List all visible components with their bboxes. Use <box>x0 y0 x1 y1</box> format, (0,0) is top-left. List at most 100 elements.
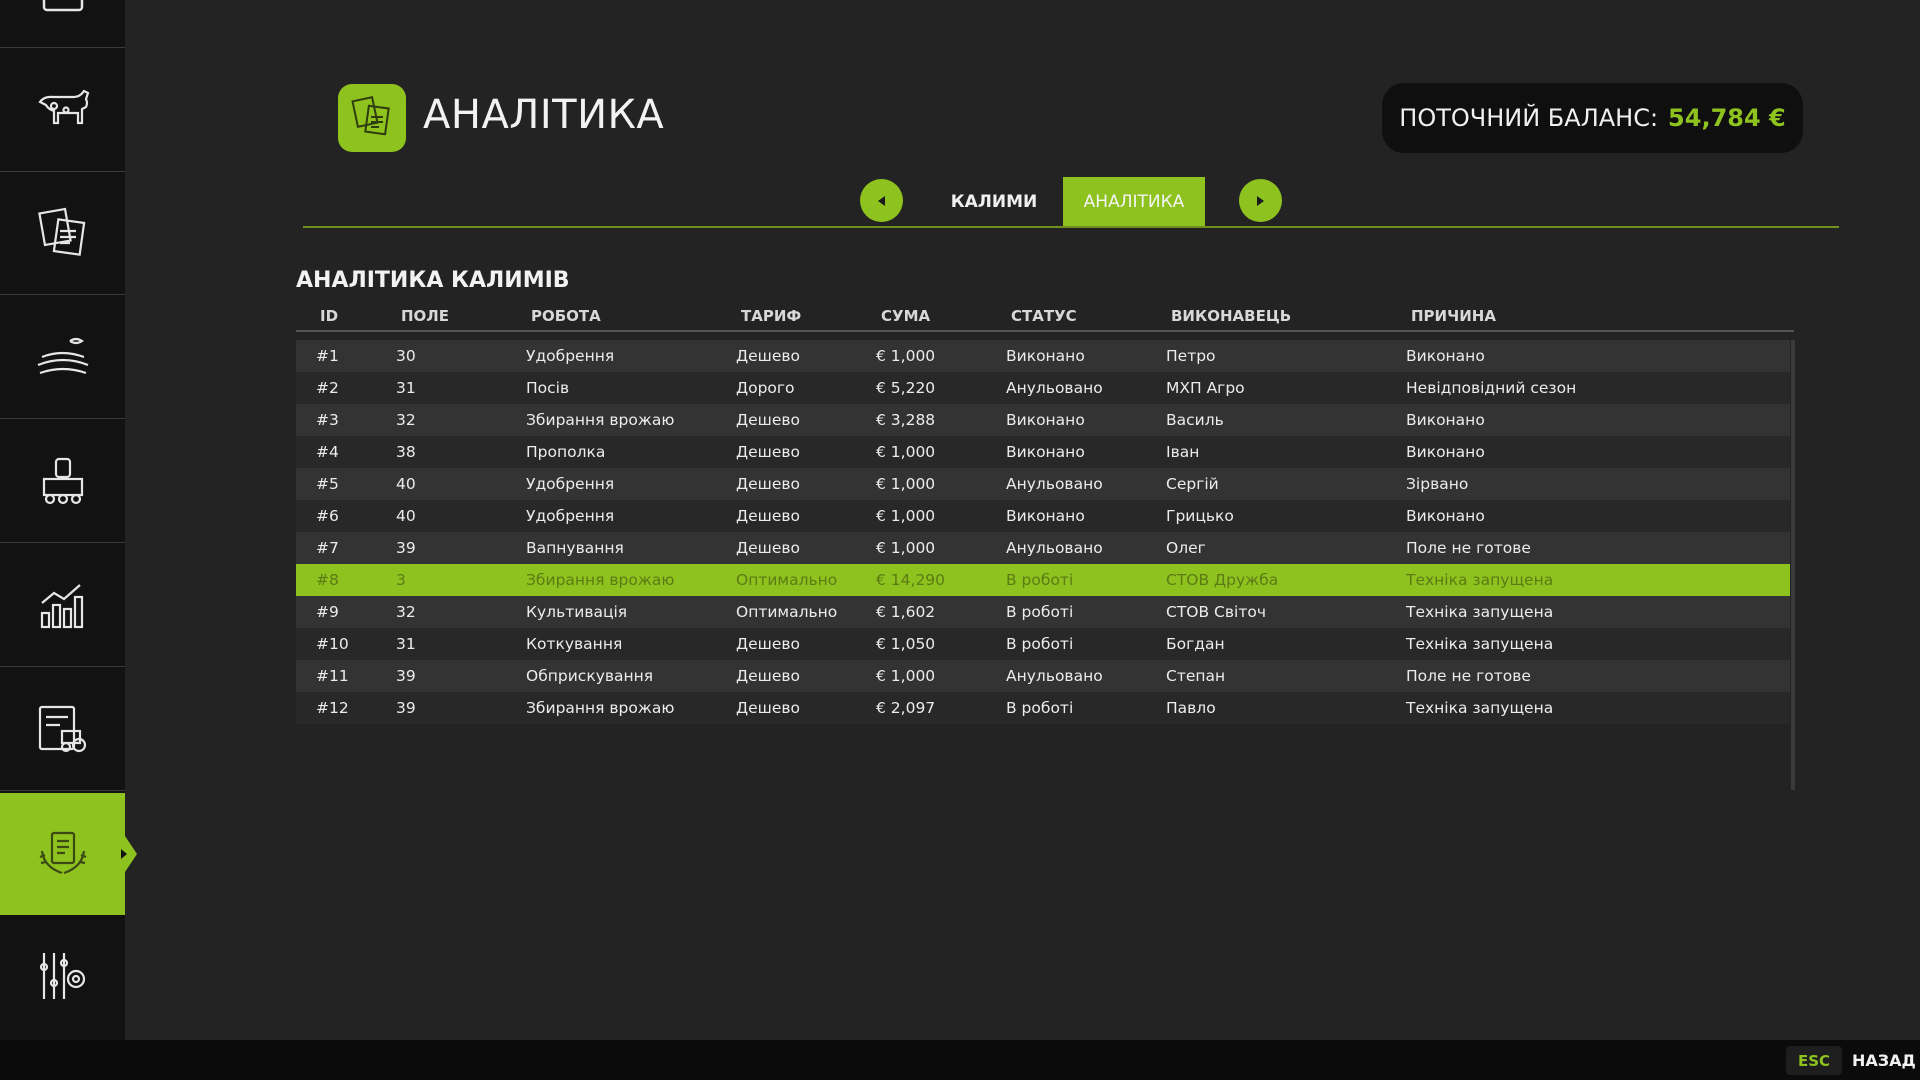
cell-tariff: Дешево <box>736 539 800 557</box>
cell-status: Анульовано <box>1006 379 1103 397</box>
cell-reason: Техніка запущена <box>1406 699 1554 717</box>
sidebar-item-analytics[interactable] <box>0 793 137 915</box>
column-header-tariff: ТАРИФ <box>741 307 802 325</box>
sidebar-item-fields[interactable] <box>0 297 125 419</box>
cell-field: 32 <box>396 603 416 621</box>
cell-field: 38 <box>396 443 416 461</box>
cell-sum: € 5,220 <box>876 379 936 397</box>
cell-status: Виконано <box>1006 411 1085 429</box>
table-row[interactable]: #9 32 Культивація Оптимально € 1,602 В роботі… <box>296 596 1790 628</box>
tab-analytics[interactable]: АНАЛІТИКА <box>1063 177 1205 226</box>
cow-icon <box>32 78 94 144</box>
cell-id: #3 <box>316 411 339 429</box>
cell-sum: € 1,000 <box>876 507 936 525</box>
sidebar <box>0 0 137 1040</box>
cell-reason: Виконано <box>1406 507 1485 525</box>
cell-sum: € 1,000 <box>876 539 936 557</box>
settings-icon <box>32 945 94 1011</box>
column-header-sum: СУМА <box>881 307 931 325</box>
cell-reason: Зірвано <box>1406 475 1469 493</box>
tab-contracts[interactable]: КАЛИМИ <box>940 177 1048 226</box>
production-icon <box>32 449 94 515</box>
cell-reason: Техніка запущена <box>1406 571 1554 589</box>
cell-work: Удобрення <box>526 475 615 493</box>
table-row[interactable]: #8 3 Збирання врожаю Оптимально € 14,290 В ро… <box>296 564 1790 596</box>
table-row[interactable]: #3 32 Збирання врожаю Дешево € 3,288 Виконано… <box>296 404 1790 436</box>
table-row[interactable]: #7 39 Вапнування Дешево € 1,000 Анульовано Оле… <box>296 532 1790 564</box>
esc-key-hint[interactable]: ESC <box>1786 1046 1842 1075</box>
sidebar-item-statistics[interactable] <box>0 545 125 667</box>
cell-tariff: Дорого <box>736 379 795 397</box>
cell-executor: Олег <box>1166 539 1206 557</box>
analytics-icon <box>32 821 94 887</box>
cell-field: 40 <box>396 475 416 493</box>
active-indicator-dot <box>121 849 127 859</box>
cell-reason: Техніка запущена <box>1406 603 1554 621</box>
cell-reason: Виконано <box>1406 347 1485 365</box>
cell-id: #9 <box>316 603 339 621</box>
cell-field: 39 <box>396 667 416 685</box>
cell-tariff: Дешево <box>736 443 800 461</box>
table-row[interactable]: #12 39 Збирання врожаю Дешево € 2,097 В робот… <box>296 692 1790 724</box>
cell-sum: € 14,290 <box>876 571 946 589</box>
cell-executor: Павло <box>1166 699 1216 717</box>
statistics-icon <box>32 573 94 639</box>
table-scrollbar[interactable] <box>1791 340 1795 790</box>
sidebar-item-contracts[interactable] <box>0 173 125 295</box>
cell-tariff: Дешево <box>736 411 800 429</box>
cell-sum: € 1,050 <box>876 635 936 653</box>
cell-status: Виконано <box>1006 347 1085 365</box>
sidebar-item-settings[interactable] <box>0 917 125 1039</box>
sidebar-item-production[interactable] <box>0 421 125 543</box>
page-title: АНАЛІТИКА <box>423 92 665 138</box>
cell-executor: Степан <box>1166 667 1226 685</box>
cell-executor: Василь <box>1166 411 1224 429</box>
table-row[interactable]: #4 38 Прополка Дешево € 1,000 Виконано Іван Вик… <box>296 436 1790 468</box>
map-icon <box>32 0 94 20</box>
sidebar-item-animals[interactable] <box>0 50 125 172</box>
table-row[interactable]: #5 40 Удобрення Дешево € 1,000 Анульовано Серг… <box>296 468 1790 500</box>
tab-prev-button[interactable] <box>860 179 903 222</box>
cell-field: 30 <box>396 347 416 365</box>
table-row[interactable]: #1 30 Удобрення Дешево € 1,000 Виконано Петро В… <box>296 340 1790 372</box>
cell-id: #11 <box>316 667 349 685</box>
table-row[interactable]: #6 40 Удобрення Дешево € 1,000 Виконано Грицьк… <box>296 500 1790 532</box>
vehicle-list-icon <box>32 697 94 763</box>
cell-work: Обприскування <box>526 667 654 685</box>
cell-tariff: Дешево <box>736 635 800 653</box>
cell-tariff: Оптимально <box>736 571 838 589</box>
cell-field: 31 <box>396 635 416 653</box>
cell-sum: € 2,097 <box>876 699 936 717</box>
field-icon <box>32 325 94 391</box>
cell-id: #2 <box>316 379 339 397</box>
cell-id: #1 <box>316 347 339 365</box>
section-title: АНАЛІТИКА КАЛИМІВ <box>296 268 570 293</box>
cell-field: 3 <box>396 571 406 589</box>
cell-id: #7 <box>316 539 339 557</box>
table-row[interactable]: #2 31 Посів Дорого € 5,220 Анульовано МХП Агро… <box>296 372 1790 404</box>
back-button[interactable]: НАЗАД <box>1852 1051 1916 1070</box>
tab-divider <box>303 226 1839 228</box>
cell-executor: Богдан <box>1166 635 1225 653</box>
column-header-executor: ВИКОНАВЕЦЬ <box>1171 307 1292 325</box>
cell-work: Культивація <box>526 603 628 621</box>
cell-work: Удобрення <box>526 347 615 365</box>
table-row[interactable]: #11 39 Обприскування Дешево € 1,000 Анульован… <box>296 660 1790 692</box>
sidebar-item-vehicles[interactable] <box>0 669 125 791</box>
balance-label: ПОТОЧНИЙ БАЛАНС: <box>1399 104 1659 132</box>
cell-work: Посів <box>526 379 570 397</box>
cell-field: 31 <box>396 379 416 397</box>
cell-executor: Сергій <box>1166 475 1219 493</box>
cell-field: 40 <box>396 507 416 525</box>
cell-status: Виконано <box>1006 443 1085 461</box>
tab-next-button[interactable] <box>1239 179 1282 222</box>
cell-status: В роботі <box>1006 571 1074 589</box>
sidebar-item-map[interactable] <box>0 0 125 48</box>
chevron-right-icon <box>1257 195 1264 206</box>
table-header: ID ПОЛЕ РОБОТА ТАРИФ СУМА СТАТУС ВИКОНАВ… <box>296 302 1794 332</box>
cell-work: Вапнування <box>526 539 624 557</box>
table-row[interactable]: #10 31 Коткування Дешево € 1,050 В роботі Богд… <box>296 628 1790 660</box>
cell-work: Удобрення <box>526 507 615 525</box>
cell-reason: Невідповідний сезон <box>1406 379 1577 397</box>
cell-executor: Грицько <box>1166 507 1234 525</box>
